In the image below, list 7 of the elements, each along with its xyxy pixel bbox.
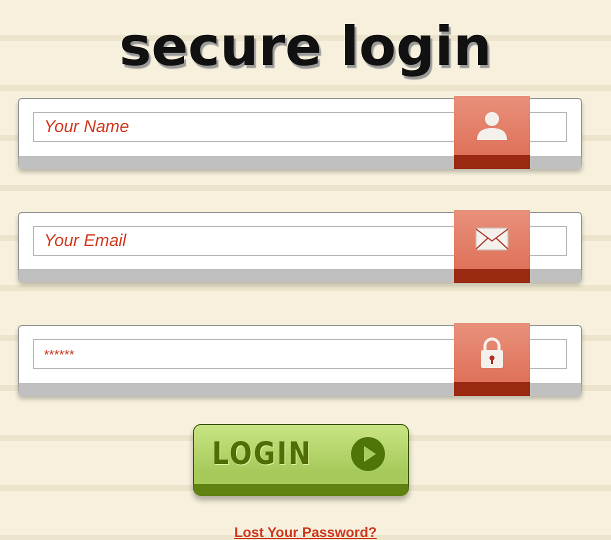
page-title: secure login [119, 14, 492, 80]
envelope-icon [475, 227, 509, 251]
play-icon [350, 436, 386, 472]
login-button[interactable]: LOGIN [192, 424, 408, 496]
padlock-icon [480, 336, 504, 368]
person-icon [475, 110, 509, 142]
lost-password-link[interactable]: Lost Your Password? [234, 524, 377, 540]
